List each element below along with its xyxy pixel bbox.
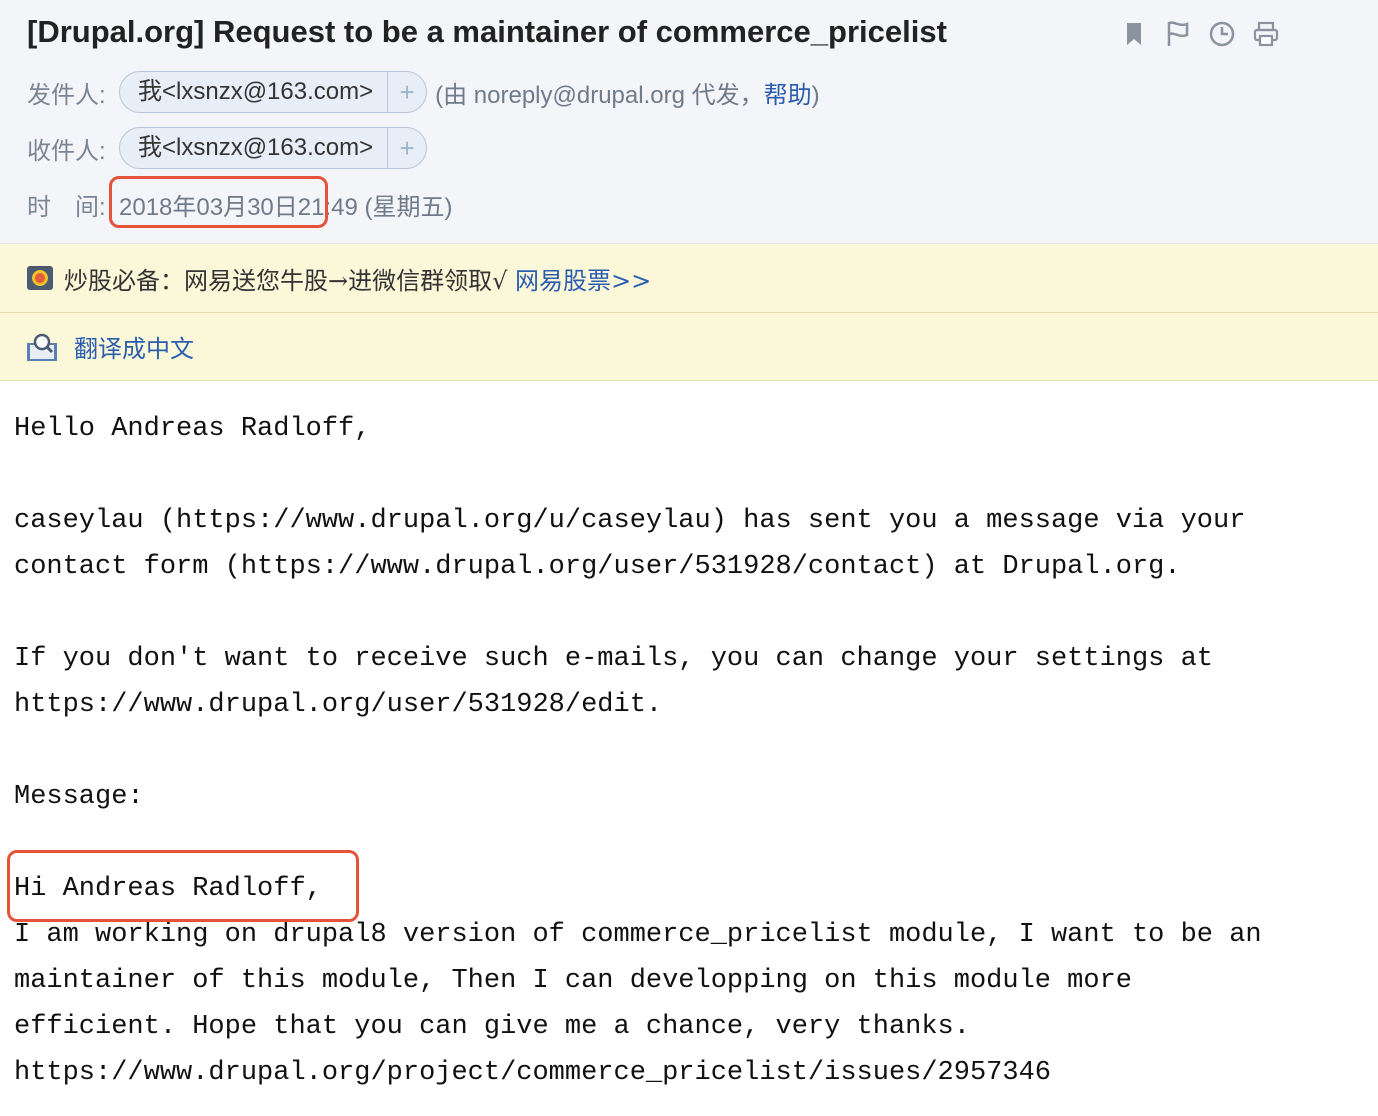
body-line: https://www.drupal.org/project/commerce_… [14,1058,1051,1088]
body-line [14,452,1364,498]
body-line: maintainer of this module, Then I can de… [14,966,1132,996]
email-subject: [Drupal.org] Request to be a maintainer … [27,14,947,49]
translate-link[interactable]: 翻译成中文 [74,329,194,364]
bookmark-icon[interactable] [1120,20,1148,48]
header-toolbar [1120,20,1280,48]
body-line [14,820,1364,866]
body-line: Hi Andreas Radloff, [14,874,322,904]
from-label: 发件人: [27,81,106,109]
recipient-chip[interactable]: 我<lxsnzx@163.com> + [119,127,428,169]
body-line: Message: [14,782,144,812]
print-icon[interactable] [1252,20,1280,48]
help-link[interactable]: 帮助 [764,82,812,109]
translate-banner: 翻译成中文 [0,313,1378,381]
recipient-name[interactable]: 我<lxsnzx@163.com> [120,128,389,168]
clock-icon[interactable] [1208,20,1236,48]
body-line: I am working on drupal8 version of comme… [14,920,1262,950]
translate-icon[interactable] [26,333,57,361]
body-line: contact form (https://www.drupal.org/use… [14,552,1181,582]
proxy-text: (由 noreply@drupal.org 代发， [435,81,764,109]
to-label: 收件人: [27,137,106,165]
body-line [14,590,1364,636]
ad-message: 炒股必备：网易送您牛股→进微信群领取√ [64,266,516,295]
stock-icon [26,264,54,292]
from-row: 发件人: 我<lxsnzx@163.com> + (由 noreply@drup… [27,70,820,114]
ad-link[interactable]: 网易股票>> [515,267,651,295]
time-rest: 21:49 (星期五) [297,193,453,221]
sender-chip[interactable]: 我<lxsnzx@163.com> + [119,71,428,113]
add-sender-button[interactable]: + [388,72,426,112]
proxy-info: (由 noreply@drupal.org 代发，帮助) [435,75,819,110]
body-line: If you don't want to receive such e-mail… [14,644,1213,674]
to-row: 收件人: 我<lxsnzx@163.com> + [27,126,428,170]
email-body: Hello Andreas Radloff, caseylau (https:/… [14,406,1364,1096]
email-header: [Drupal.org] Request to be a maintainer … [0,0,1378,244]
body-line [14,728,1364,774]
body-line: efficient. Hope that you can give me a c… [14,1012,970,1042]
ad-text: 炒股必备：网易送您牛股→进微信群领取√ 网易股票>> [64,261,651,296]
body-line: Hello Andreas Radloff, [14,414,371,444]
sender-name[interactable]: 我<lxsnzx@163.com> [120,72,389,112]
ad-banner: 炒股必备：网易送您牛股→进微信群领取√ 网易股票>> [0,244,1378,313]
time-row: 时 间: 2018年03月30日 21:49 (星期五) [27,182,453,226]
flag-icon[interactable] [1164,20,1192,48]
proxy-close: ) [811,81,820,109]
add-recipient-button[interactable]: + [388,128,426,168]
time-date: 2018年03月30日 [119,193,298,221]
time-label: 时 间: [27,193,106,221]
body-line: https://www.drupal.org/user/531928/edit. [14,690,663,720]
body-line: caseylau (https://www.drupal.org/u/casey… [14,506,1246,536]
